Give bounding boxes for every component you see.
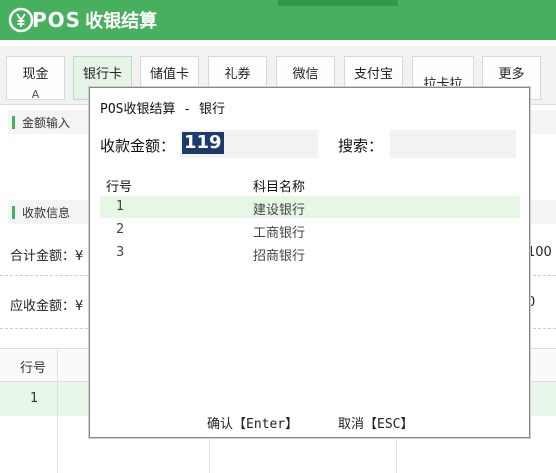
tab-label: 储值卡 xyxy=(149,67,189,82)
search-input[interactable] xyxy=(390,130,516,158)
bank-name: 招商银行 xyxy=(253,249,306,264)
section-title: 金额输入 xyxy=(22,116,71,130)
column-header-name: 科目名称 xyxy=(253,180,306,195)
cancel-button[interactable]: 取消【ESC】 xyxy=(338,413,413,432)
bank-list-item[interactable]: 2 工商银行 xyxy=(100,219,520,241)
section-title: 收款信息 xyxy=(22,206,71,220)
section-marker xyxy=(12,206,15,219)
tab-label: 更多 xyxy=(498,67,525,82)
search-label: 搜索： xyxy=(338,137,384,155)
bank-list-item[interactable]: 1 建设银行 xyxy=(100,196,520,218)
tab-label: 礼券 xyxy=(224,67,251,82)
row-number: 3 xyxy=(116,245,125,260)
column-header-no: 行号 xyxy=(106,180,133,195)
amount-label: 收款金额： xyxy=(100,137,176,155)
tab-label: 银行卡 xyxy=(82,67,122,82)
app-logo: POS 收银结算 xyxy=(8,6,157,34)
bank-name: 工商银行 xyxy=(253,226,306,241)
row-number: 2 xyxy=(116,222,125,237)
section-marker xyxy=(12,116,15,129)
app-title: 收银结算 xyxy=(85,11,158,32)
confirm-button[interactable]: 确认【Enter】 xyxy=(207,413,298,432)
bank-list-item[interactable]: 3 招商银行 xyxy=(100,242,520,264)
amount-value: 119 xyxy=(182,132,224,154)
total-amount-value: 100 xyxy=(527,245,552,260)
tab-label: 支付宝 xyxy=(353,67,393,82)
total-amount-label: 合计金额：¥ xyxy=(10,249,84,264)
table-cell: 1 xyxy=(30,391,39,406)
bank-name: 建设银行 xyxy=(253,203,306,218)
amount-input[interactable]: 119 xyxy=(180,130,318,158)
bank-payment-dialog: POS收银结算 - 银行 收款金额： 119 搜索： 行号 科目名称 1 建设银… xyxy=(89,87,530,438)
yen-logo-icon xyxy=(8,7,34,33)
tab-hotkey: A xyxy=(31,88,40,101)
row-number: 1 xyxy=(116,199,125,214)
header-tab-indicator xyxy=(278,0,398,6)
receivable-amount-label: 应收金额：¥ xyxy=(10,299,84,314)
logo-text: POS xyxy=(32,8,82,32)
table-header-cell: 行号 xyxy=(20,361,47,376)
tab-label: 现金 xyxy=(22,67,49,82)
tab-label: 微信 xyxy=(292,67,319,82)
tab-cash[interactable]: 现金 A xyxy=(6,56,65,101)
dialog-title: POS收银结算 - 银行 xyxy=(100,102,225,117)
column-divider xyxy=(57,349,58,473)
